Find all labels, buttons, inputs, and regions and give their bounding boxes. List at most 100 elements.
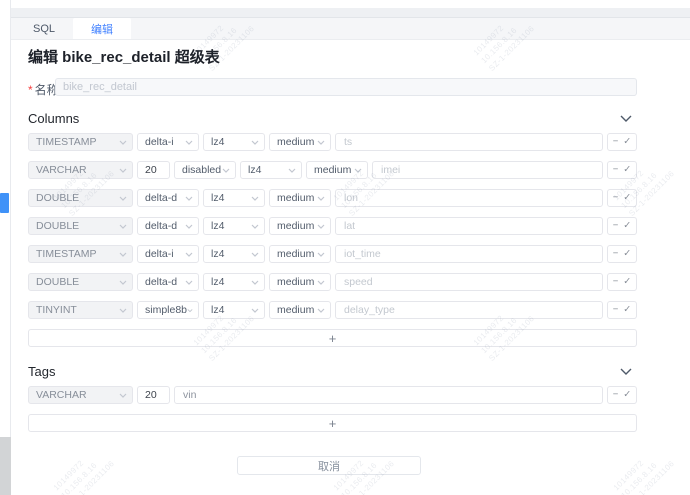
column-level-select[interactable]: medium xyxy=(269,133,331,151)
chevron-down-icon xyxy=(251,252,259,257)
column-level-select[interactable]: medium xyxy=(306,161,368,179)
chevron-down-icon xyxy=(251,140,259,145)
chevron-down-icon xyxy=(251,196,259,201)
column-row: DOUBLE delta-d lz4 medium speed −✓ xyxy=(28,273,637,291)
column-name-input[interactable]: imei xyxy=(372,161,603,179)
watermark-text: 1014997210.156.8.16SZ-1-20231106 xyxy=(191,279,275,363)
cancel-button[interactable]: 取消 xyxy=(237,456,421,475)
chevron-down-icon xyxy=(317,252,325,257)
chevron-down-icon xyxy=(317,280,325,285)
row-controls: −✓ xyxy=(607,189,637,207)
confirm-row-icon[interactable]: ✓ xyxy=(623,221,631,231)
watermark-text: 1014997210.156.8.16SZ-1-20231106 xyxy=(51,424,135,495)
column-encoding-select[interactable]: delta-i xyxy=(137,133,199,151)
name-input[interactable]: bike_rec_detail xyxy=(55,78,637,96)
confirm-row-icon[interactable]: ✓ xyxy=(623,165,631,175)
chevron-down-icon xyxy=(187,308,193,313)
chevron-down-icon xyxy=(185,252,193,257)
column-name-input[interactable]: ts xyxy=(335,133,603,151)
confirm-row-icon[interactable]: ✓ xyxy=(623,249,631,259)
column-name-input[interactable]: iot_time xyxy=(335,245,603,263)
tab-sql[interactable]: SQL xyxy=(15,18,73,39)
remove-row-icon[interactable]: − xyxy=(613,193,619,203)
column-compression-select[interactable]: lz4 xyxy=(203,245,265,263)
tab-bar: SQL 编辑 xyxy=(11,18,690,40)
chevron-down-icon xyxy=(222,168,230,173)
row-controls: −✓ xyxy=(607,217,637,235)
chevron-down-icon xyxy=(317,140,325,145)
column-encoding-select[interactable]: delta-d xyxy=(137,273,199,291)
top-strip xyxy=(11,8,690,18)
scrollbar-thumb[interactable] xyxy=(0,193,9,213)
chevron-down-icon xyxy=(119,224,127,229)
chevron-down-icon xyxy=(185,196,193,201)
column-size-input[interactable]: 20 xyxy=(137,161,170,179)
page-title: 编辑 bike_rec_detail 超级表 xyxy=(28,46,220,67)
column-compression-select[interactable]: lz4 xyxy=(203,133,265,151)
column-compression-select[interactable]: lz4 xyxy=(203,273,265,291)
remove-row-icon[interactable]: − xyxy=(613,221,619,231)
row-controls: −✓ xyxy=(607,161,637,179)
column-type-select[interactable]: DOUBLE xyxy=(28,217,133,235)
confirm-row-icon[interactable]: ✓ xyxy=(623,305,631,315)
column-name-input[interactable]: speed xyxy=(335,273,603,291)
column-level-select[interactable]: medium xyxy=(269,217,331,235)
columns-collapse-chevron-down-icon[interactable] xyxy=(620,115,632,122)
column-name-input[interactable]: delay_type xyxy=(335,301,603,319)
chevron-down-icon xyxy=(185,140,193,145)
column-compression-select[interactable]: lz4 xyxy=(203,189,265,207)
column-compression-select[interactable]: lz4 xyxy=(240,161,302,179)
remove-row-icon[interactable]: − xyxy=(613,137,619,147)
column-type-select[interactable]: TIMESTAMP xyxy=(28,133,133,151)
tags-collapse-chevron-down-icon[interactable] xyxy=(620,368,632,375)
confirm-row-icon[interactable]: ✓ xyxy=(623,137,631,147)
column-encoding-select[interactable]: delta-d xyxy=(137,217,199,235)
column-compression-select[interactable]: lz4 xyxy=(203,301,265,319)
confirm-row-icon[interactable]: ✓ xyxy=(623,277,631,287)
chevron-down-icon xyxy=(251,308,259,313)
column-level-select[interactable]: medium xyxy=(269,273,331,291)
chevron-down-icon xyxy=(354,168,362,173)
tag-name-input[interactable]: vin xyxy=(174,386,603,404)
column-type-select[interactable]: DOUBLE xyxy=(28,189,133,207)
column-type-select[interactable]: VARCHAR xyxy=(28,161,133,179)
chevron-down-icon xyxy=(251,224,259,229)
remove-row-icon[interactable]: − xyxy=(613,249,619,259)
table-editor-screen: SQL 编辑 编辑 bike_rec_detail 超级表 *名称 bike_r… xyxy=(0,0,690,495)
column-type-select[interactable]: DOUBLE xyxy=(28,273,133,291)
column-type-select[interactable]: TIMESTAMP xyxy=(28,245,133,263)
tab-edit[interactable]: 编辑 xyxy=(73,18,131,39)
row-controls: −✓ xyxy=(607,245,637,263)
column-level-select[interactable]: medium xyxy=(269,189,331,207)
tag-type-select[interactable]: VARCHAR xyxy=(28,386,133,404)
column-name-input[interactable]: lat xyxy=(335,217,603,235)
confirm-row-icon[interactable]: ✓ xyxy=(623,390,631,400)
column-row: TINYINT simple8b lz4 medium delay_type −… xyxy=(28,301,637,319)
column-name-input[interactable]: lon xyxy=(335,189,603,207)
column-encoding-select[interactable]: simple8b xyxy=(137,301,199,319)
remove-row-icon[interactable]: − xyxy=(613,305,619,315)
column-encoding-select[interactable]: disabled xyxy=(174,161,236,179)
column-encoding-select[interactable]: delta-i xyxy=(137,245,199,263)
columns-section-title: Columns xyxy=(28,111,79,126)
confirm-row-icon[interactable]: ✓ xyxy=(623,193,631,203)
left-panel-edge xyxy=(0,0,11,495)
column-row: VARCHAR 20 disabled lz4 medium imei −✓ xyxy=(28,161,637,179)
add-column-button[interactable]: + xyxy=(28,329,637,347)
chevron-down-icon xyxy=(119,168,127,173)
column-row: DOUBLE delta-d lz4 medium lat −✓ xyxy=(28,217,637,235)
column-level-select[interactable]: medium xyxy=(269,301,331,319)
tag-size-input[interactable]: 20 xyxy=(137,386,170,404)
remove-row-icon[interactable]: − xyxy=(613,277,619,287)
column-level-select[interactable]: medium xyxy=(269,245,331,263)
required-mark: * xyxy=(28,83,33,97)
tag-row: VARCHAR 20 vin −✓ xyxy=(28,386,637,404)
column-encoding-select[interactable]: delta-d xyxy=(137,189,199,207)
remove-row-icon[interactable]: − xyxy=(613,390,619,400)
column-row: TIMESTAMP delta-i lz4 medium ts −✓ xyxy=(28,133,637,151)
column-type-select[interactable]: TINYINT xyxy=(28,301,133,319)
add-tag-button[interactable]: + xyxy=(28,414,637,432)
remove-row-icon[interactable]: − xyxy=(613,165,619,175)
column-compression-select[interactable]: lz4 xyxy=(203,217,265,235)
chevron-down-icon xyxy=(119,140,127,145)
